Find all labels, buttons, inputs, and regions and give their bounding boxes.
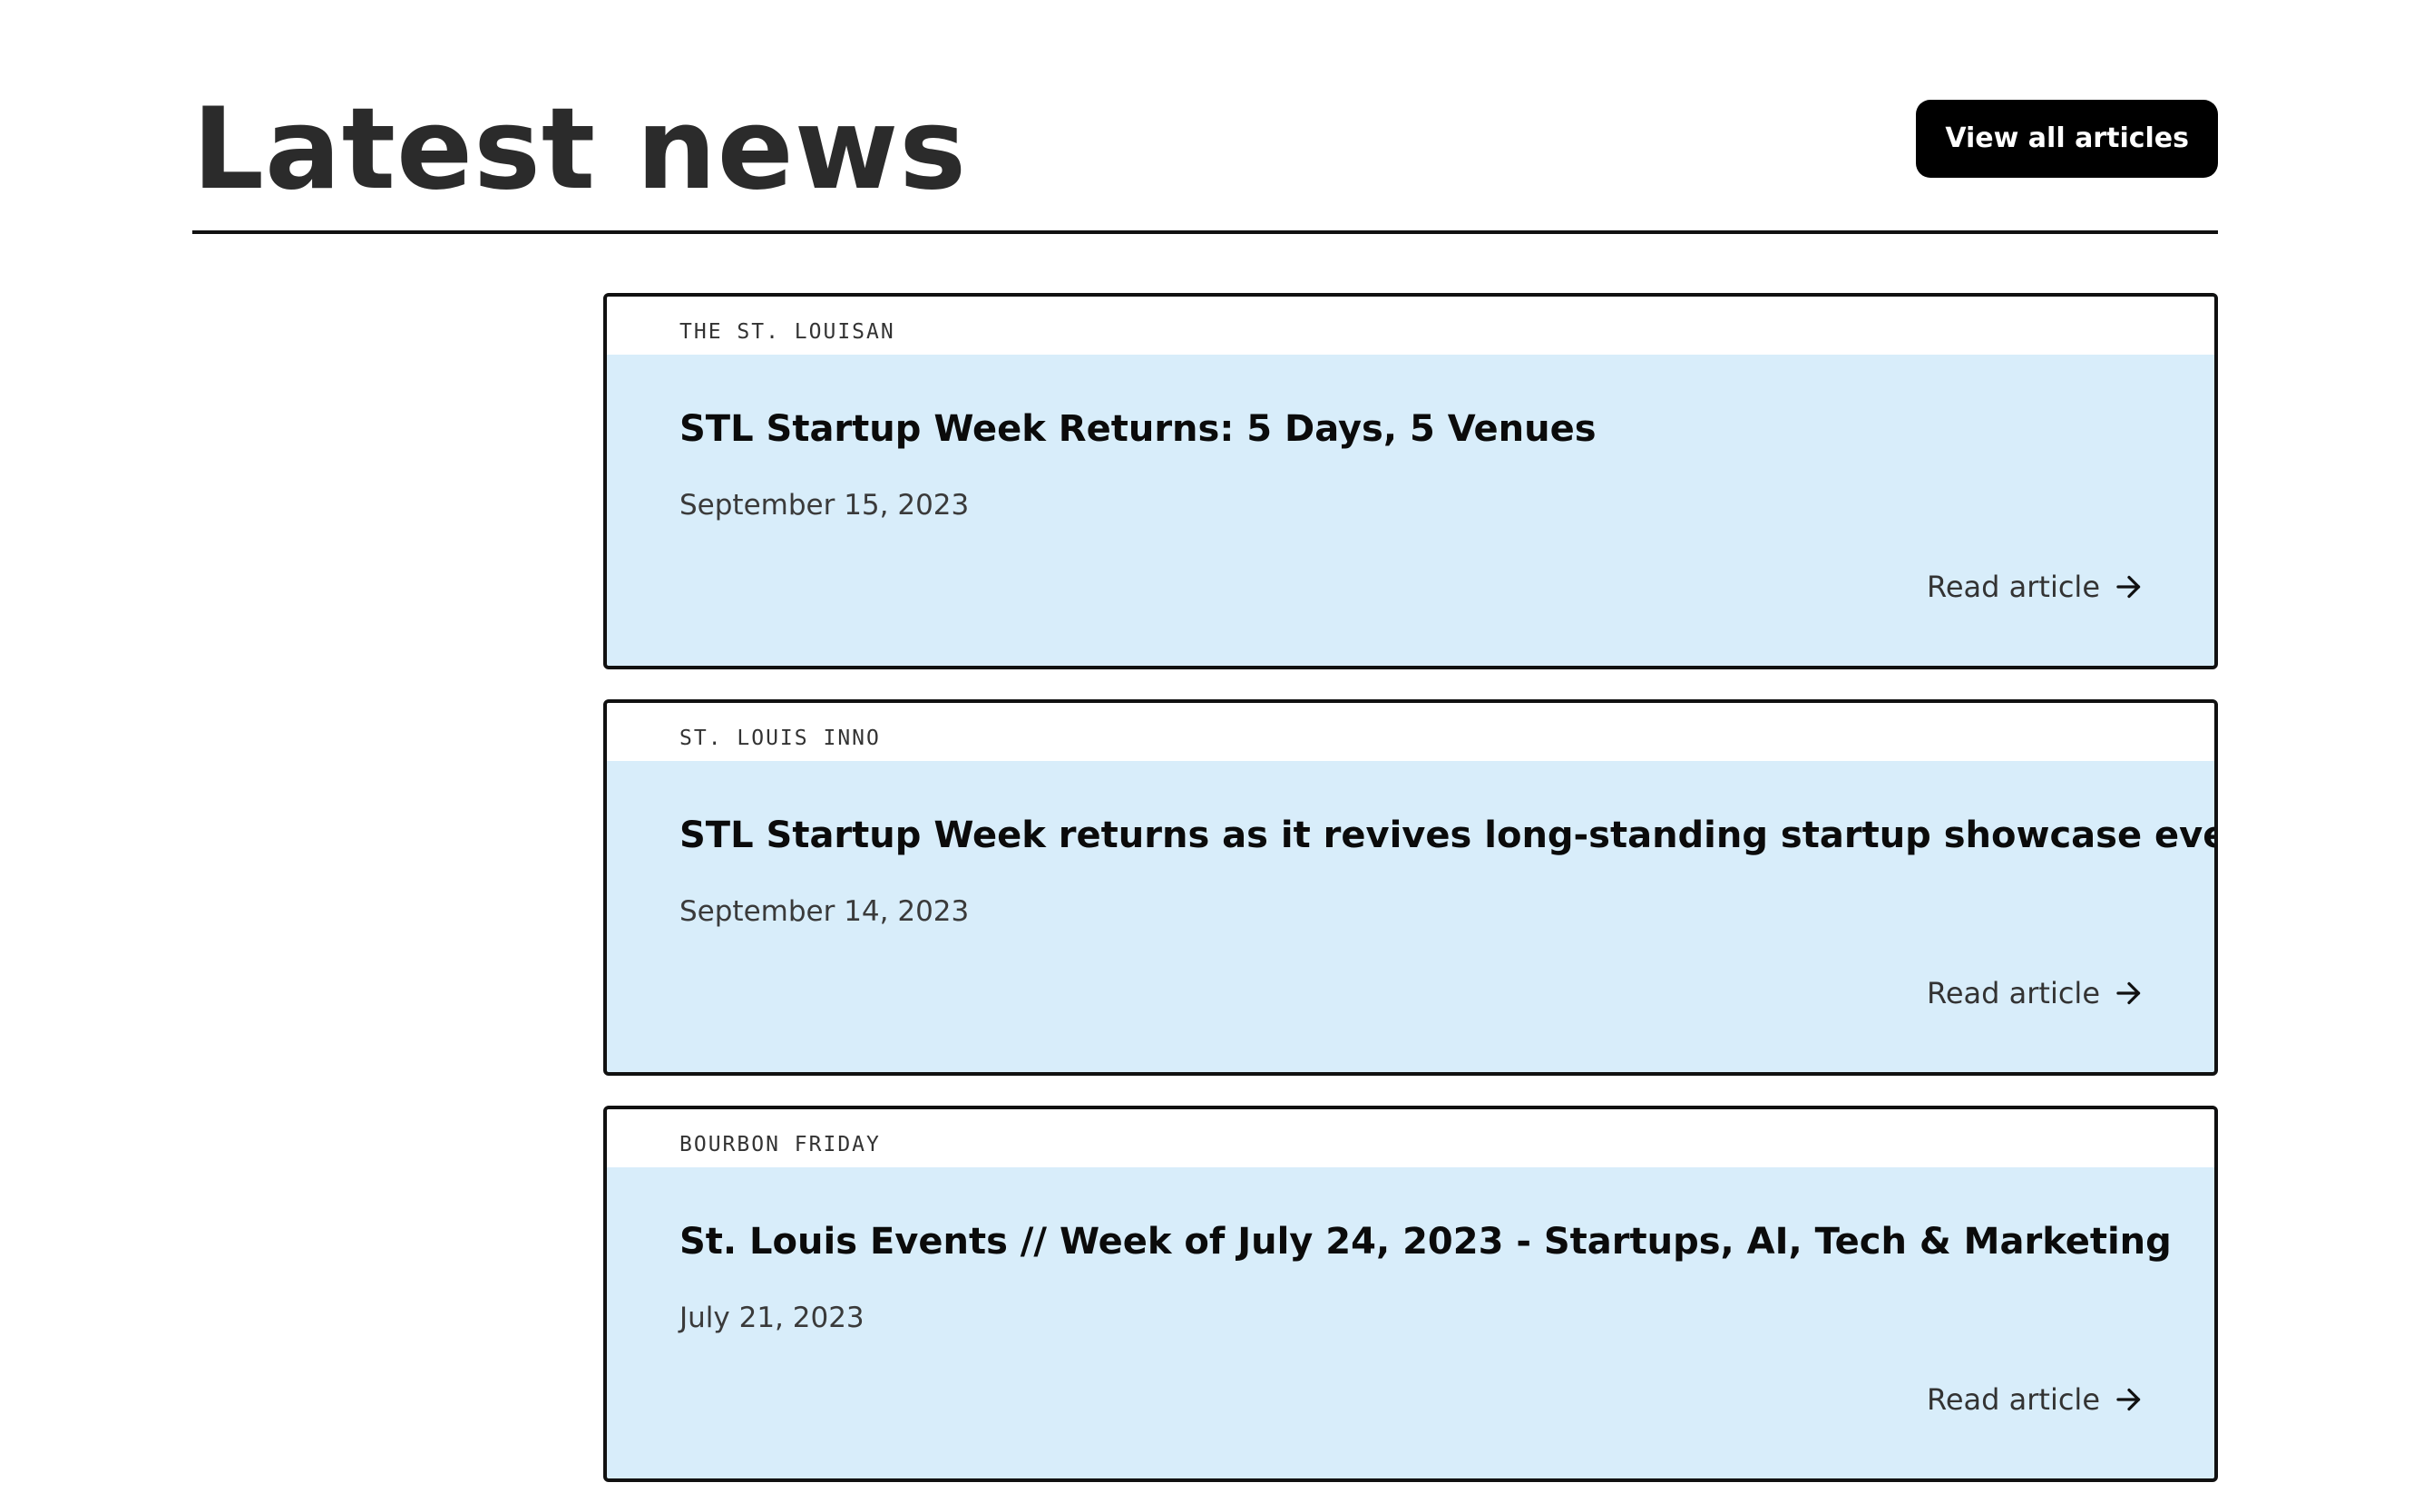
read-article-link[interactable]: Read article: [1927, 1380, 2145, 1419]
article-date: September 14, 2023: [679, 895, 970, 928]
article-list: THE ST. LOUISAN STL Startup Week Returns…: [603, 293, 2218, 1512]
article-date: July 21, 2023: [679, 1302, 865, 1334]
article-title: STL Startup Week returns as it revives l…: [679, 815, 2218, 856]
read-article-label: Read article: [1927, 976, 2100, 1010]
section-header: Latest news View all articles: [192, 82, 2218, 236]
read-article-link[interactable]: Read article: [1927, 973, 2145, 1013]
article-source: THE ST. LOUISAN: [679, 320, 895, 344]
arrow-right-icon: [2113, 571, 2145, 603]
article-card: BOURBON FRIDAY St. Louis Events // Week …: [603, 1106, 2218, 1482]
article-card: ST. LOUIS INNO STL Startup Week returns …: [603, 699, 2218, 1076]
article-card: THE ST. LOUISAN STL Startup Week Returns…: [603, 293, 2218, 669]
article-title: St. Louis Events // Week of July 24, 202…: [679, 1221, 2172, 1263]
article-source-bar: BOURBON FRIDAY: [607, 1109, 2214, 1167]
latest-news-section: Latest news View all articles THE ST. LO…: [192, 0, 2218, 1488]
header-divider: [192, 230, 2218, 234]
article-title: STL Startup Week Returns: 5 Days, 5 Venu…: [679, 408, 1597, 450]
read-article-label: Read article: [1927, 570, 2100, 604]
view-all-articles-button[interactable]: View all articles: [1916, 100, 2218, 178]
article-date: September 15, 2023: [679, 489, 970, 522]
arrow-right-icon: [2113, 977, 2145, 1010]
arrow-right-icon: [2113, 1383, 2145, 1416]
article-source-bar: THE ST. LOUISAN: [607, 297, 2214, 355]
read-article-label: Read article: [1927, 1382, 2100, 1417]
read-article-link[interactable]: Read article: [1927, 567, 2145, 607]
section-title: Latest news: [192, 84, 968, 215]
article-source-bar: ST. LOUIS INNO: [607, 703, 2214, 761]
article-source: BOURBON FRIDAY: [679, 1133, 881, 1156]
article-source: ST. LOUIS INNO: [679, 727, 881, 750]
